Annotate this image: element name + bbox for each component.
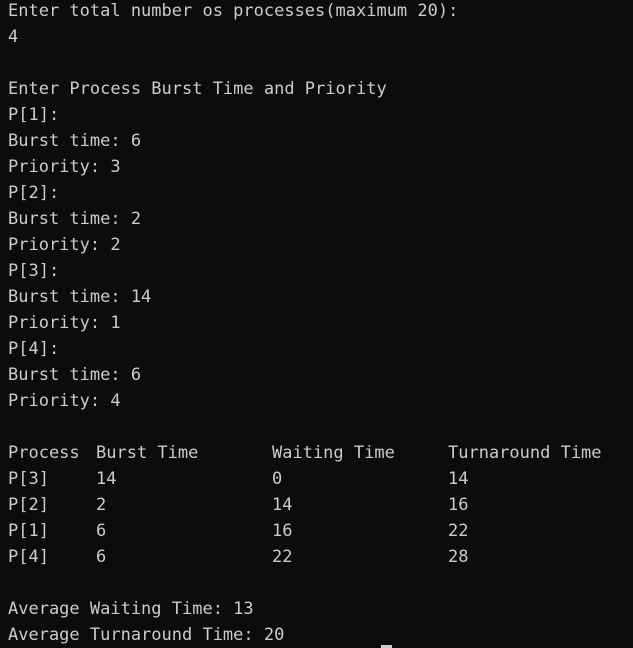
average-turnaround-time: Average Turnaround Time: 20 xyxy=(8,625,285,645)
cell-turnaround-time: 28 xyxy=(448,547,469,567)
table-row: P[4] 6 22 28 xyxy=(8,544,633,570)
average-waiting-time: Average Waiting Time: 13 xyxy=(8,599,254,619)
cell-waiting-time: 0 xyxy=(272,469,283,489)
burst-time-input: Burst time: 6 xyxy=(8,131,142,151)
process-input-label: P[4]: xyxy=(8,339,60,359)
table-row: P[2] 2 14 16 xyxy=(8,492,633,518)
priority-input: Priority: 4 xyxy=(8,391,121,411)
table-row: P[1] 6 16 22 xyxy=(8,518,633,544)
cell-burst-time: 2 xyxy=(96,495,107,515)
process-input-label: P[3]: xyxy=(8,261,60,281)
cell-burst-time: 6 xyxy=(96,521,107,541)
burst-time-input: Burst time: 2 xyxy=(8,209,142,229)
table-row: P[3] 14 0 14 xyxy=(8,466,633,492)
prompt-burst-priority: Enter Process Burst Time and Priority xyxy=(8,79,387,99)
header-waiting-time: Waiting Time xyxy=(272,443,395,463)
cell-process: P[2] xyxy=(8,495,49,515)
cell-turnaround-time: 22 xyxy=(448,521,469,541)
burst-time-input: Burst time: 14 xyxy=(8,287,152,307)
cell-burst-time: 14 xyxy=(96,469,117,489)
priority-input: Priority: 2 xyxy=(8,235,121,255)
process-count-value: 4 xyxy=(8,27,19,47)
cell-process: P[3] xyxy=(8,469,49,489)
process-input-label: P[2]: xyxy=(8,183,60,203)
header-process: Process xyxy=(8,443,80,463)
cell-process: P[4] xyxy=(8,547,49,567)
terminal-window[interactable]: Enter total number os processes(maximum … xyxy=(0,0,633,648)
cell-turnaround-time: 16 xyxy=(448,495,469,515)
header-turnaround-time: Turnaround Time xyxy=(448,443,602,463)
table-header: Process Burst Time Waiting Time Turnarou… xyxy=(8,440,633,466)
priority-input: Priority: 1 xyxy=(8,313,121,333)
prompt-process-count: Enter total number os processes(maximum … xyxy=(8,1,459,21)
burst-time-input: Burst time: 6 xyxy=(8,365,142,385)
cell-waiting-time: 14 xyxy=(272,495,293,515)
cell-turnaround-time: 14 xyxy=(448,469,469,489)
header-burst-time: Burst Time xyxy=(96,443,199,463)
cell-burst-time: 6 xyxy=(96,547,107,567)
cell-waiting-time: 16 xyxy=(272,521,293,541)
process-input-label: P[1]: xyxy=(8,105,60,125)
cell-process: P[1] xyxy=(8,521,49,541)
priority-input: Priority: 3 xyxy=(8,157,121,177)
cell-waiting-time: 22 xyxy=(272,547,293,567)
